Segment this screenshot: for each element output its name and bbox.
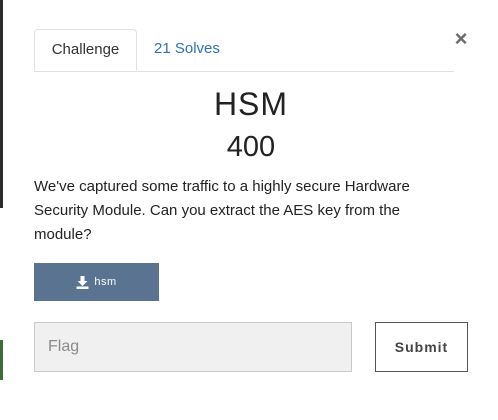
tab-solves[interactable]: 21 Solves <box>138 29 236 70</box>
challenge-points: 400 <box>226 131 276 163</box>
tab-bar: Challenge 21 Solves <box>34 29 454 72</box>
flag-input[interactable] <box>34 322 352 372</box>
close-icon[interactable]: × <box>451 27 471 51</box>
tab-challenge[interactable]: Challenge <box>34 29 137 71</box>
download-file-button[interactable]: hsm <box>34 263 159 301</box>
challenge-title: HSM <box>213 86 289 122</box>
download-file-label: hsm <box>94 276 117 288</box>
submit-button[interactable]: Submit <box>375 322 468 372</box>
download-icon <box>76 275 89 289</box>
challenge-description: We've captured some traffic to a highly … <box>34 178 410 243</box>
challenge-modal: Challenge 21 Solves × HSM 400 We've capt… <box>0 0 498 420</box>
